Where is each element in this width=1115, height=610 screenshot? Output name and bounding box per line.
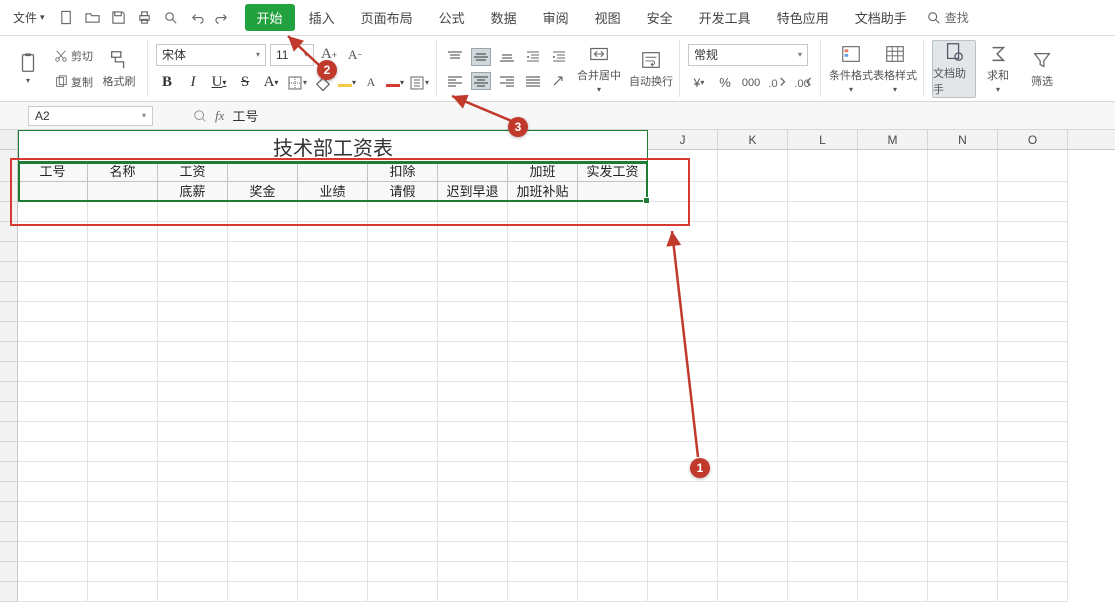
strikethrough-button[interactable]: S <box>234 72 256 94</box>
search-label: 查找 <box>945 9 969 26</box>
col-header[interactable]: J <box>648 130 718 149</box>
merge-center-button[interactable]: 合并居中▾ <box>577 40 621 98</box>
print-preview-icon[interactable] <box>161 8 181 28</box>
expand-fbar-icon[interactable] <box>193 109 207 123</box>
name-box[interactable]: A2 ▾ <box>28 106 153 126</box>
chevron-down-icon: ▾ <box>40 12 45 23</box>
align-bottom-button[interactable] <box>497 48 517 66</box>
tab-insert[interactable]: 插入 <box>297 4 347 31</box>
cut-button[interactable]: 剪切 <box>50 45 97 67</box>
cond-format-button[interactable]: 条件格式▾ <box>829 40 873 98</box>
tab-developer[interactable]: 开发工具 <box>687 4 763 31</box>
currency-button[interactable]: ¥▾ <box>688 72 710 94</box>
redo-icon[interactable] <box>213 8 233 28</box>
search-box[interactable]: 查找 <box>927 9 969 26</box>
group-font: 宋体▾ 11▾ A+ A− B I U▾ S A▾ ▾ ▾ A ▾ ▾ <box>156 40 437 97</box>
col-header[interactable]: N <box>928 130 998 149</box>
grid: A B C D E F G H I J K L M N O 技术部工资表 工号 … <box>0 130 1115 610</box>
group-alignment: 合并居中▾ 自动换行 <box>445 40 680 97</box>
indent-decrease-button[interactable] <box>523 48 543 66</box>
search-icon <box>927 11 941 25</box>
tab-review[interactable]: 审阅 <box>531 4 581 31</box>
comma-style-button[interactable]: 000 <box>740 72 762 94</box>
menu-file[interactable]: 文件 ▾ <box>5 5 53 31</box>
group-clipboard: ▾ 剪切 复制 格式刷 <box>6 40 148 97</box>
formula-text[interactable]: 工号 <box>232 106 258 125</box>
phonetic-guide-button[interactable]: ▾ <box>408 72 430 94</box>
font-size-dropdown[interactable]: 11▾ <box>270 44 314 66</box>
fill-color-swatch[interactable]: ▾ <box>338 78 356 87</box>
tab-data[interactable]: 数据 <box>479 4 529 31</box>
selection-rect <box>18 162 648 202</box>
print-icon[interactable] <box>135 8 155 28</box>
annotation-badge-2: 2 <box>317 60 337 80</box>
align-left-button[interactable] <box>445 72 465 90</box>
align-right-button[interactable] <box>497 72 517 90</box>
bold-button[interactable]: B <box>156 72 178 94</box>
indent-increase-button[interactable] <box>549 48 569 66</box>
decrease-font-icon[interactable]: A− <box>344 44 366 66</box>
col-header[interactable]: L <box>788 130 858 149</box>
percent-button[interactable]: % <box>714 72 736 94</box>
open-icon[interactable] <box>83 8 103 28</box>
title-merged-cell[interactable]: 技术部工资表 <box>18 130 648 162</box>
decrease-decimal-button[interactable]: .00 <box>792 72 814 94</box>
svg-text:.0: .0 <box>768 77 777 89</box>
save-icon[interactable] <box>109 8 129 28</box>
sum-button[interactable]: 求和▾ <box>976 40 1020 98</box>
tab-start[interactable]: 开始 <box>245 4 295 31</box>
underline-button[interactable]: U▾ <box>208 72 230 94</box>
col-header[interactable]: O <box>998 130 1068 149</box>
grid-body[interactable] <box>0 150 1115 602</box>
italic-button[interactable]: I <box>182 72 204 94</box>
group-number: 常规▾ ¥▾ % 000 .0 .00 <box>688 40 821 97</box>
select-all-corner[interactable] <box>0 130 18 149</box>
col-header[interactable]: M <box>858 130 928 149</box>
number-format-dropdown[interactable]: 常规▾ <box>688 44 808 66</box>
copy-button[interactable]: 复制 <box>50 71 97 93</box>
font-color-button[interactable]: A <box>360 72 382 94</box>
table-style-button[interactable]: 表格样式▾ <box>873 40 917 98</box>
align-grid <box>445 48 569 90</box>
borders-button[interactable]: ▾ <box>286 72 308 94</box>
undo-icon[interactable] <box>187 8 207 28</box>
new-doc-icon[interactable] <box>57 8 77 28</box>
annotation-badge-3: 3 <box>508 117 528 137</box>
doc-helper-button[interactable]: 文档助手 <box>932 40 976 98</box>
annotation-badge-1: 1 <box>690 458 710 478</box>
selection-handle[interactable] <box>643 197 650 204</box>
col-header[interactable]: K <box>718 130 788 149</box>
ribbon: ▾ 剪切 复制 格式刷 宋体▾ 11▾ A+ A− B I U▾ S A▾ ▾ … <box>0 36 1115 102</box>
tab-layout[interactable]: 页面布局 <box>349 4 425 31</box>
align-center-button[interactable] <box>471 72 491 90</box>
tab-doc-helper[interactable]: 文档助手 <box>843 4 919 31</box>
font-color-swatch[interactable]: ▾ <box>386 78 404 87</box>
tab-view[interactable]: 视图 <box>583 4 633 31</box>
tab-formula[interactable]: 公式 <box>427 4 477 31</box>
menu-file-label: 文件 <box>13 9 37 26</box>
orientation-button[interactable] <box>549 72 569 90</box>
group-styles: 条件格式▾ 表格样式▾ <box>829 40 924 97</box>
svg-text:.00: .00 <box>794 77 810 89</box>
group-tools: 文档助手 求和▾ 筛选 <box>932 40 1070 97</box>
wrap-text-button[interactable]: 自动换行 <box>629 40 673 98</box>
font-effects-button[interactable]: A▾ <box>260 72 282 94</box>
tab-special[interactable]: 特色应用 <box>765 4 841 31</box>
paste-button[interactable]: ▾ <box>6 40 50 98</box>
tab-safety[interactable]: 安全 <box>635 4 685 31</box>
align-top-button[interactable] <box>445 48 465 66</box>
cell-ref: A2 <box>35 109 50 123</box>
menubar: 文件 ▾ 开始 插入 页面布局 公式 数据 审阅 视图 安全 开发工具 特色应用… <box>0 0 1115 36</box>
formula-bar: A2 ▾ fx 工号 <box>0 102 1115 130</box>
format-painter-button[interactable]: 格式刷 <box>97 40 141 98</box>
align-middle-button[interactable] <box>471 48 491 66</box>
clipboard-small-stack: 剪切 复制 <box>50 45 97 93</box>
justify-button[interactable] <box>523 72 543 90</box>
increase-decimal-button[interactable]: .0 <box>766 72 788 94</box>
filter-button[interactable]: 筛选 <box>1020 40 1064 98</box>
fx-icon[interactable]: fx <box>215 108 224 124</box>
font-name-dropdown[interactable]: 宋体▾ <box>156 44 266 66</box>
